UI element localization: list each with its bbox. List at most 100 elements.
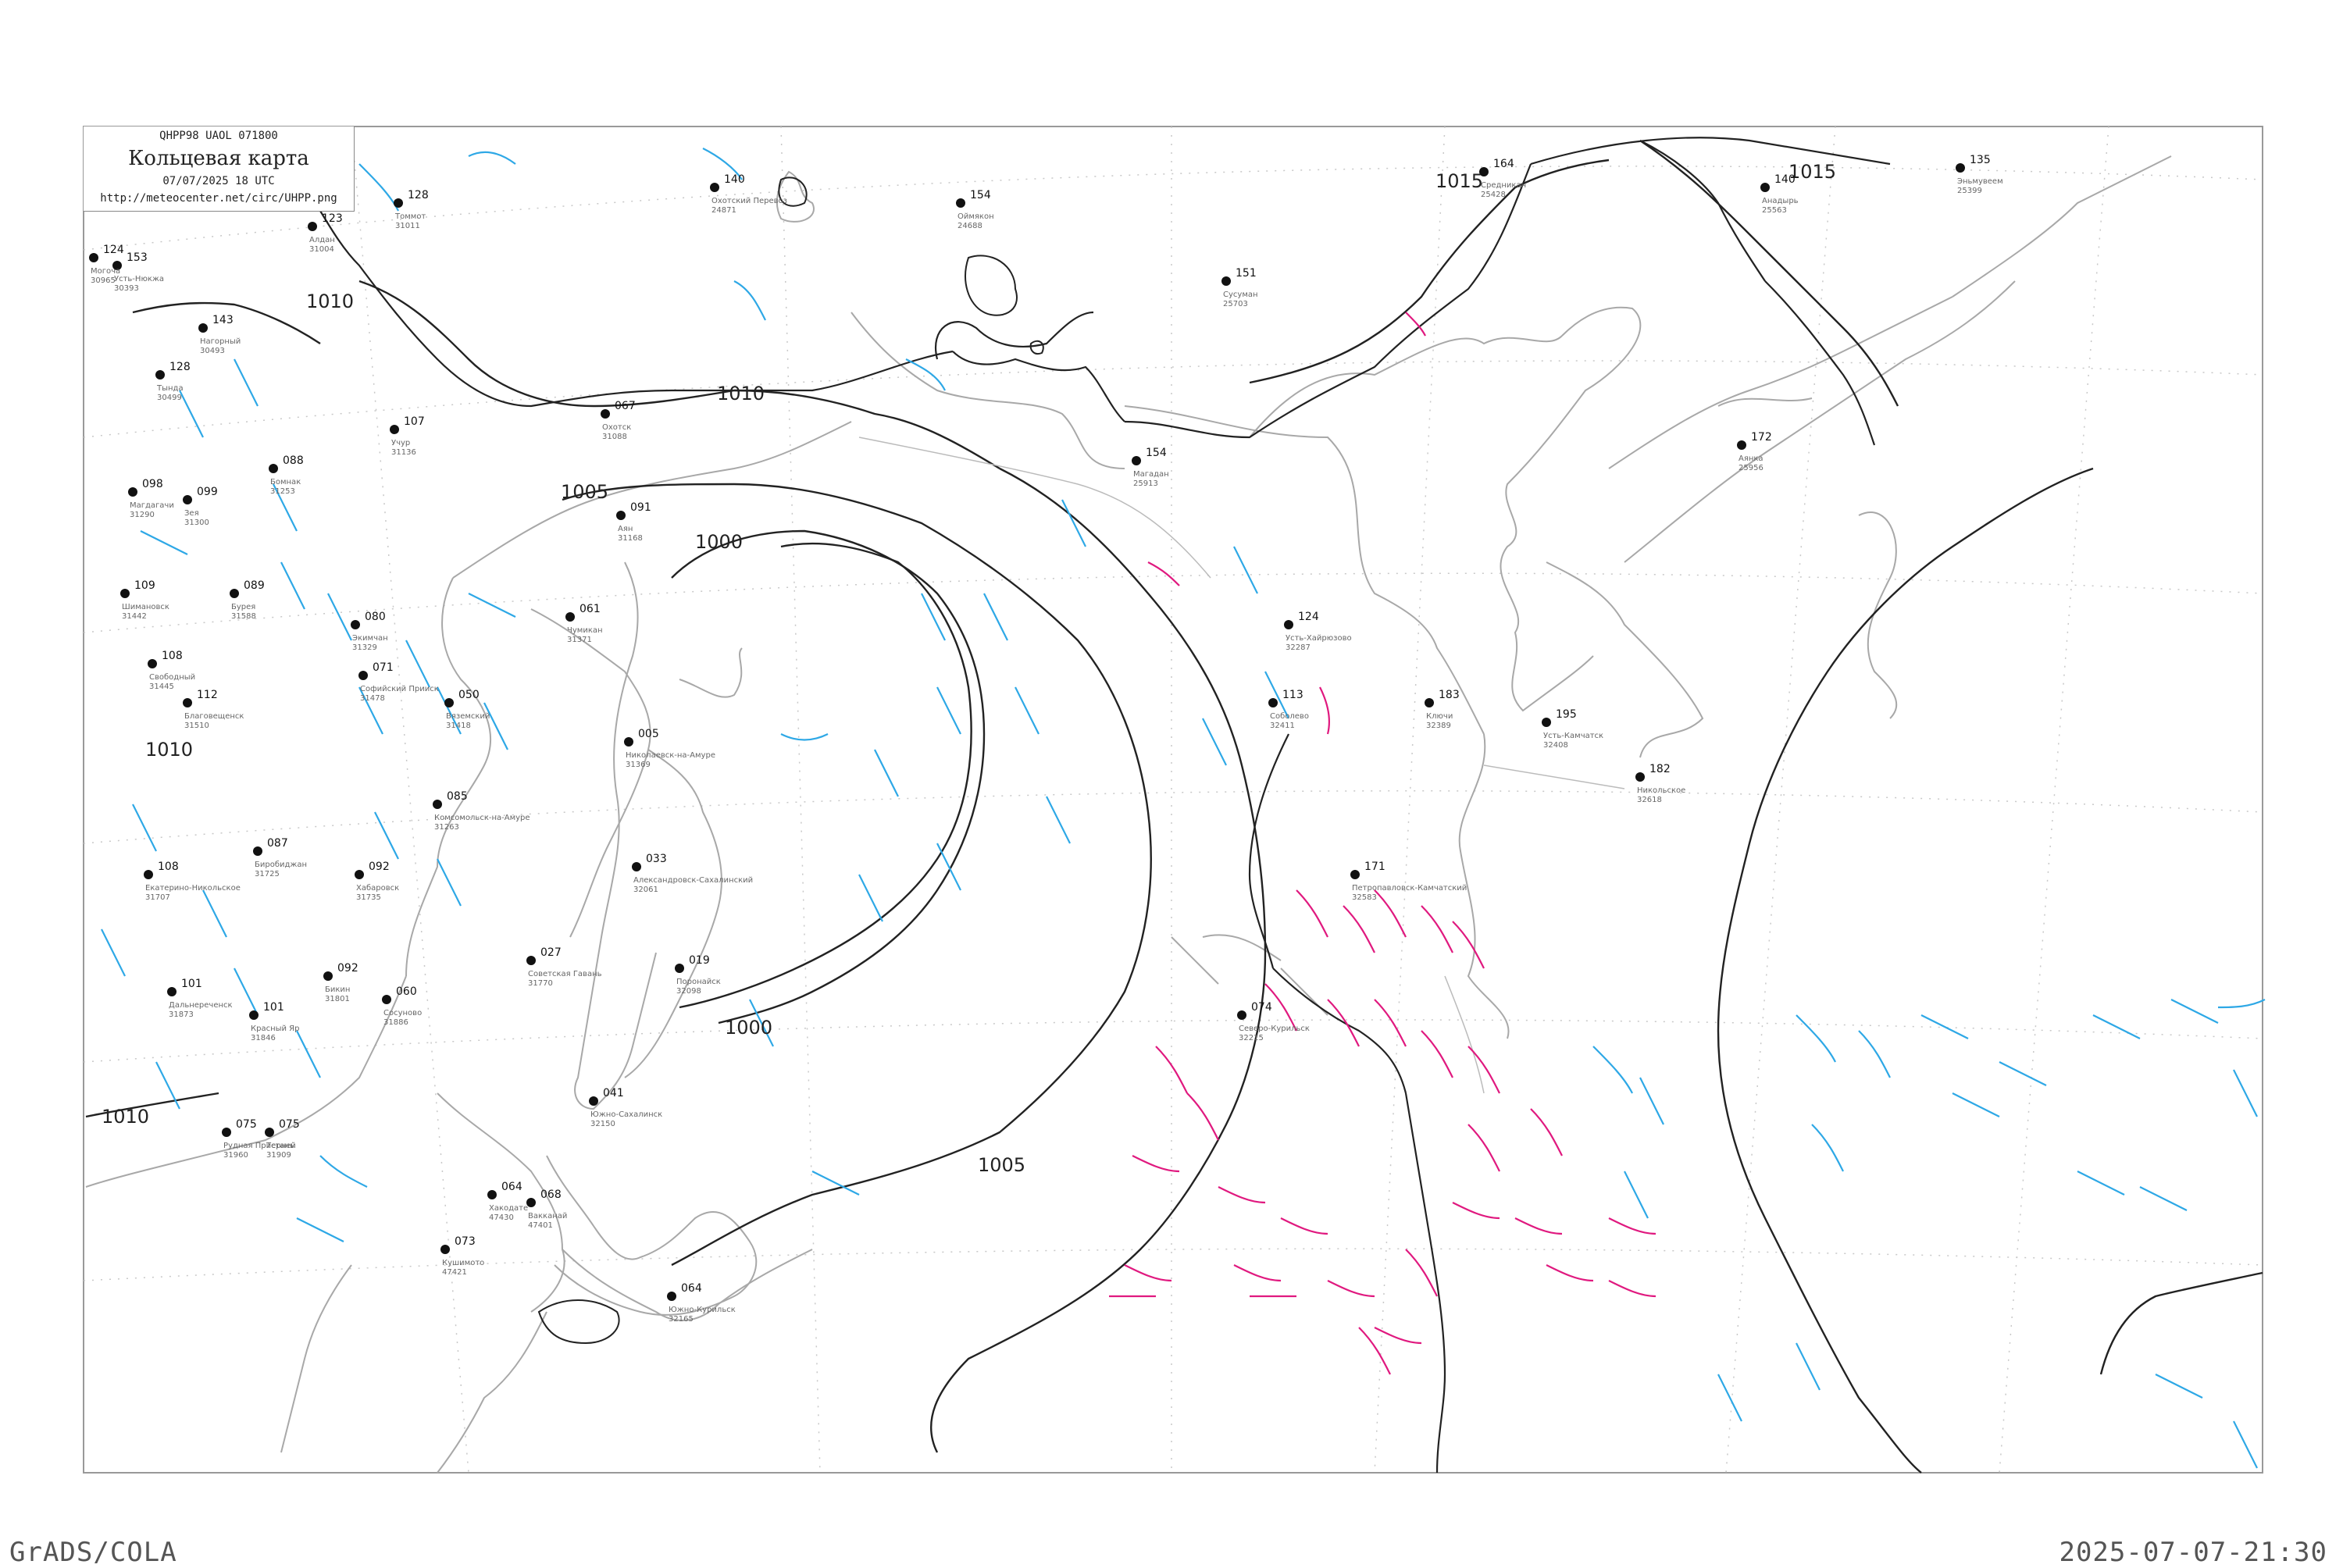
station-marker <box>675 964 684 973</box>
station-pressure: 140 <box>724 173 745 186</box>
station-id: 31442 <box>122 612 147 621</box>
station-name: Бурея <box>231 603 255 611</box>
station-name: Магадан <box>1133 470 1169 479</box>
station-pressure: 164 <box>1493 158 1514 170</box>
station-id: 31418 <box>446 722 471 730</box>
station-name: Благовещенск <box>184 712 244 721</box>
station-name: Александровск-Сахалинский <box>633 876 753 885</box>
station-name: Петропавловск-Камчатский <box>1352 884 1467 893</box>
station-pressure: 075 <box>279 1118 300 1131</box>
station-id: 31960 <box>223 1151 248 1160</box>
station-pressure: 041 <box>603 1087 624 1099</box>
map-datetime: 07/07/2025 18 UTC <box>162 175 275 187</box>
station-pressure: 071 <box>373 661 394 674</box>
station-id: 31371 <box>567 636 592 644</box>
station-id: 30393 <box>114 284 139 293</box>
station-pressure: 112 <box>197 689 218 701</box>
station-marker <box>589 1096 598 1106</box>
station-pressure: 108 <box>158 861 179 873</box>
station-marker <box>155 370 165 380</box>
station-pressure: 019 <box>689 954 710 967</box>
station-marker <box>323 971 333 981</box>
station-name: Ключи <box>1426 712 1453 721</box>
station-name: Советская Гавань <box>528 970 602 978</box>
station-marker <box>265 1128 274 1137</box>
station-name: Кушимото <box>442 1259 484 1267</box>
station-pressure: 075 <box>236 1118 257 1131</box>
station-marker <box>487 1190 497 1199</box>
station-pressure: 128 <box>169 361 191 373</box>
station-marker <box>198 323 208 333</box>
station-name: Экимчан <box>352 634 388 643</box>
station-id: 31801 <box>325 995 350 1003</box>
station-marker <box>230 589 239 598</box>
station-name: Усть-Камчатск <box>1543 732 1603 740</box>
station-id: 31136 <box>391 448 416 457</box>
station-marker <box>1350 870 1360 879</box>
station-name: Николаевск-на-Амуре <box>626 751 715 760</box>
station-name: Южно-Сахалинск <box>590 1110 662 1119</box>
station-pressure: 151 <box>1236 267 1257 280</box>
station-name: Бикин <box>325 985 350 994</box>
station-name: Алдан <box>309 236 335 244</box>
station-pressure: 172 <box>1751 431 1772 444</box>
station-marker <box>1221 276 1231 286</box>
station-pressure: 067 <box>615 400 636 412</box>
station-marker <box>444 698 454 707</box>
station-marker <box>956 198 965 208</box>
station-name: Сусуман <box>1223 290 1258 299</box>
station-marker <box>308 222 317 231</box>
station-pressure: 109 <box>134 579 155 592</box>
station-id: 32165 <box>669 1315 694 1324</box>
station-name: Южно-Курильск <box>669 1306 736 1314</box>
station-name: Шимановск <box>122 603 169 611</box>
station-id: 31478 <box>360 694 385 703</box>
footer-timestamp: 2025-07-07-21:30 <box>2059 1537 2327 1568</box>
station-id: 31300 <box>184 519 209 527</box>
map-title-box: QHPP98 UAOL 071800 Кольцевая карта 07/07… <box>84 127 355 212</box>
station-name: Биробиджан <box>255 861 307 869</box>
station-id: 32061 <box>633 886 658 894</box>
station-name: Магдагачи <box>130 501 174 510</box>
station-marker <box>394 198 403 208</box>
station-name: Терней <box>266 1142 296 1150</box>
station-name: Усть-Нюкжа <box>114 275 164 283</box>
station-id: 25913 <box>1133 479 1158 488</box>
station-marker <box>358 671 368 680</box>
station-marker <box>183 698 192 707</box>
station-name: Аян <box>618 525 633 533</box>
station-pressure: 154 <box>1146 447 1167 459</box>
station-name: Поронайск <box>676 978 721 986</box>
station-pressure: 068 <box>540 1188 562 1201</box>
station-pressure: 154 <box>970 189 991 201</box>
station-pressure: 088 <box>283 454 304 467</box>
station-pressure: 050 <box>458 689 480 701</box>
station-marker <box>1284 620 1293 629</box>
station-id: 31873 <box>169 1010 194 1019</box>
station-pressure: 182 <box>1649 763 1671 775</box>
station-marker <box>183 495 192 504</box>
station-marker <box>440 1245 450 1254</box>
station-marker <box>526 956 536 965</box>
station-pressure: 128 <box>408 189 429 201</box>
isobar-label: 1000 <box>695 531 743 553</box>
map-title: Кольцевая карта <box>128 147 309 170</box>
isobar-label: 1005 <box>561 481 608 503</box>
station-name: Тында <box>156 384 184 393</box>
station-pressure: 140 <box>1774 173 1796 186</box>
isobar-label: 1015 <box>1435 170 1483 192</box>
station-marker <box>222 1128 231 1137</box>
station-name: Сосуново <box>383 1009 422 1017</box>
station-pressure: 073 <box>455 1235 476 1248</box>
station-pressure: 091 <box>630 501 651 514</box>
station-name: Екатерино-Никольское <box>145 884 241 893</box>
station-id: 31725 <box>255 870 280 878</box>
station-id: 32408 <box>1543 741 1568 750</box>
station-marker <box>565 612 575 622</box>
station-name: Вакканай <box>528 1212 567 1221</box>
station-pressure: 171 <box>1364 861 1385 873</box>
station-id: 31369 <box>626 761 651 769</box>
station-marker <box>632 862 641 871</box>
station-id: 31588 <box>231 612 256 621</box>
station-id: 31846 <box>251 1034 276 1042</box>
